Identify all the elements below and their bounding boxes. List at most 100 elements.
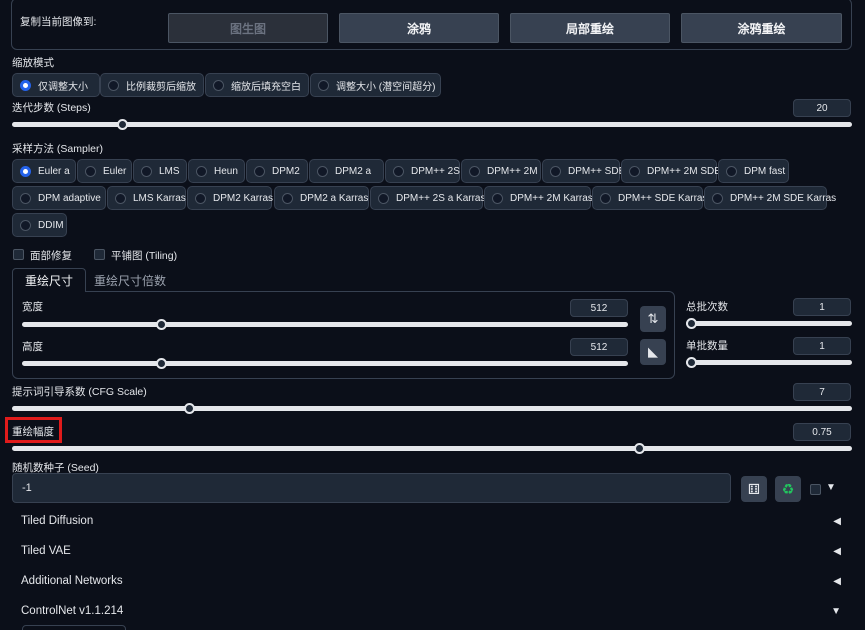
batch-size-slider[interactable] xyxy=(686,357,852,368)
resize-mode-just-resize[interactable]: 仅调整大小 xyxy=(12,73,100,97)
tab-resize-by[interactable]: 重绘尺寸倍数 xyxy=(82,268,178,292)
width-slider-knob[interactable] xyxy=(156,319,167,330)
denoise-label: 重绘幅度 xyxy=(12,426,54,438)
width-input[interactable]: 512 xyxy=(570,299,628,317)
sampler-option[interactable]: DPM++ 2S a xyxy=(385,159,468,183)
random-seed-button[interactable]: ⚅ xyxy=(741,476,767,502)
sampler-option[interactable]: DPM++ 2M Karras xyxy=(484,186,593,210)
height-label: 高度 xyxy=(22,341,43,353)
sampler-option[interactable]: DPM2 a Karras xyxy=(274,186,369,210)
radio-dot xyxy=(629,165,640,177)
accordion-tiled-diffusion[interactable]: Tiled Diffusion ◀ xyxy=(12,507,853,535)
radio-dot xyxy=(393,165,404,177)
resize-mode-crop[interactable]: 比例裁剪后缩放 xyxy=(100,73,204,97)
radio-dot xyxy=(492,192,503,204)
radio-dot xyxy=(20,165,31,177)
reuse-seed-button[interactable]: ♻ xyxy=(775,476,801,502)
radio-label: DPM++ 2M Karras xyxy=(510,192,593,204)
accordion-label: Tiled VAE xyxy=(21,545,71,557)
radio-dot xyxy=(20,192,31,204)
sampler-option[interactable]: DDIM xyxy=(12,213,67,237)
extra-seed-toggle-icon[interactable]: ▼ xyxy=(826,482,836,493)
radio-dot xyxy=(254,165,265,177)
dice-icon: ⚅ xyxy=(747,480,761,497)
sampler-option[interactable]: DPM fast xyxy=(718,159,789,183)
steps-slider-knob[interactable] xyxy=(117,119,128,130)
copy-to-label: 复制当前图像到: xyxy=(20,16,97,28)
batch-count-input[interactable]: 1 xyxy=(793,298,851,316)
aspect-ratio-button[interactable]: ◣ xyxy=(640,339,666,365)
sampler-option[interactable]: DPM2 a xyxy=(309,159,384,183)
batch-size-input[interactable]: 1 xyxy=(793,337,851,355)
cfg-input[interactable]: 7 xyxy=(793,383,851,401)
collapse-arrow-icon: ◀ xyxy=(833,515,841,527)
sampler-option[interactable]: Heun xyxy=(188,159,245,183)
copy-to-sketch-button[interactable]: 涂鸦 xyxy=(339,13,499,43)
radio-label: DPM2 xyxy=(272,165,300,177)
radio-dot xyxy=(20,219,31,231)
collapse-arrow-icon: ◀ xyxy=(833,575,841,587)
batch-size-label: 单批数量 xyxy=(686,340,728,352)
radio-label: DPM2 a xyxy=(335,165,372,177)
height-input[interactable]: 512 xyxy=(570,338,628,356)
radio-dot xyxy=(282,192,293,204)
cfg-slider-knob[interactable] xyxy=(184,403,195,414)
radio-dot xyxy=(115,192,126,204)
sampler-option[interactable]: DPM++ 2M SDE Karras xyxy=(704,186,836,210)
swap-dimensions-button[interactable]: ⇅ xyxy=(640,306,666,332)
sampler-option[interactable]: Euler a xyxy=(12,159,76,183)
height-slider[interactable] xyxy=(22,358,628,369)
radio-label: DPM++ 2S a Karras xyxy=(396,192,486,204)
restore-faces-checkbox[interactable] xyxy=(13,249,24,260)
resize-mode-label: 缩放模式 xyxy=(12,57,54,69)
resize-mode-fill[interactable]: 缩放后填充空白 xyxy=(205,73,309,97)
radio-label: 调整大小 (潜空间超分) xyxy=(336,81,436,93)
sampler-option[interactable]: DPM2 Karras xyxy=(187,186,273,210)
batch-size-slider-knob[interactable] xyxy=(686,357,697,368)
sampler-option[interactable]: LMS Karras xyxy=(107,186,186,210)
height-slider-knob[interactable] xyxy=(156,358,167,369)
cfg-slider[interactable] xyxy=(12,403,852,414)
batch-count-slider-knob[interactable] xyxy=(686,318,697,329)
radio-dot xyxy=(712,192,723,204)
radio-label: Euler xyxy=(103,165,127,177)
sampler-option[interactable]: DPM++ 2M xyxy=(461,159,541,183)
steps-label: 迭代步数 (Steps) xyxy=(12,102,91,114)
radio-label: 比例裁剪后缩放 xyxy=(126,81,196,93)
denoise-input[interactable]: 0.75 xyxy=(793,423,851,441)
radio-label: DPM adaptive xyxy=(38,192,101,204)
radio-dot xyxy=(378,192,389,204)
tiling-checkbox[interactable] xyxy=(94,249,105,260)
sampler-option[interactable]: DPM++ 2M SDE xyxy=(621,159,721,183)
denoise-slider[interactable] xyxy=(12,443,852,454)
seed-input[interactable]: -1 xyxy=(12,473,731,503)
sampler-option[interactable]: Euler xyxy=(77,159,132,183)
copy-to-img2img-button[interactable]: 图生图 xyxy=(168,13,328,43)
accordion-tiled-vae[interactable]: Tiled VAE ◀ xyxy=(12,537,853,565)
sampler-option[interactable]: DPM adaptive xyxy=(12,186,106,210)
tab-resize-to[interactable]: 重绘尺寸 xyxy=(12,268,87,292)
width-slider[interactable] xyxy=(22,319,628,330)
accordion-label: Tiled Diffusion xyxy=(21,515,94,527)
steps-slider[interactable] xyxy=(12,119,852,130)
copy-to-inpaint-button[interactable]: 局部重绘 xyxy=(510,13,670,43)
controlnet-tab-stub xyxy=(22,625,126,630)
resize-mode-latent[interactable]: 调整大小 (潜空间超分) xyxy=(310,73,441,97)
sampler-option[interactable]: LMS xyxy=(133,159,187,183)
radio-label: DPM2 a Karras xyxy=(300,192,369,204)
radio-dot xyxy=(600,192,611,204)
accordion-controlnet[interactable]: ControlNet v1.1.214 ▼ xyxy=(12,597,853,625)
radio-dot xyxy=(550,165,561,177)
sampler-option[interactable]: DPM2 xyxy=(246,159,308,183)
denoise-slider-knob[interactable] xyxy=(634,443,645,454)
radio-label: 缩放后填充空白 xyxy=(231,81,301,93)
batch-count-slider[interactable] xyxy=(686,318,852,329)
sampler-option[interactable]: DPM++ SDE Karras xyxy=(592,186,707,210)
accordion-additional-networks[interactable]: Additional Networks ◀ xyxy=(12,567,853,595)
steps-input[interactable]: 20 xyxy=(793,99,851,117)
extra-seed-checkbox[interactable] xyxy=(810,484,821,495)
swap-icon: ⇅ xyxy=(647,311,659,326)
copy-to-inpaint-sketch-button[interactable]: 涂鸦重绘 xyxy=(681,13,842,43)
sampler-option[interactable]: DPM++ SDE xyxy=(542,159,625,183)
sampler-option[interactable]: DPM++ 2S a Karras xyxy=(370,186,486,210)
